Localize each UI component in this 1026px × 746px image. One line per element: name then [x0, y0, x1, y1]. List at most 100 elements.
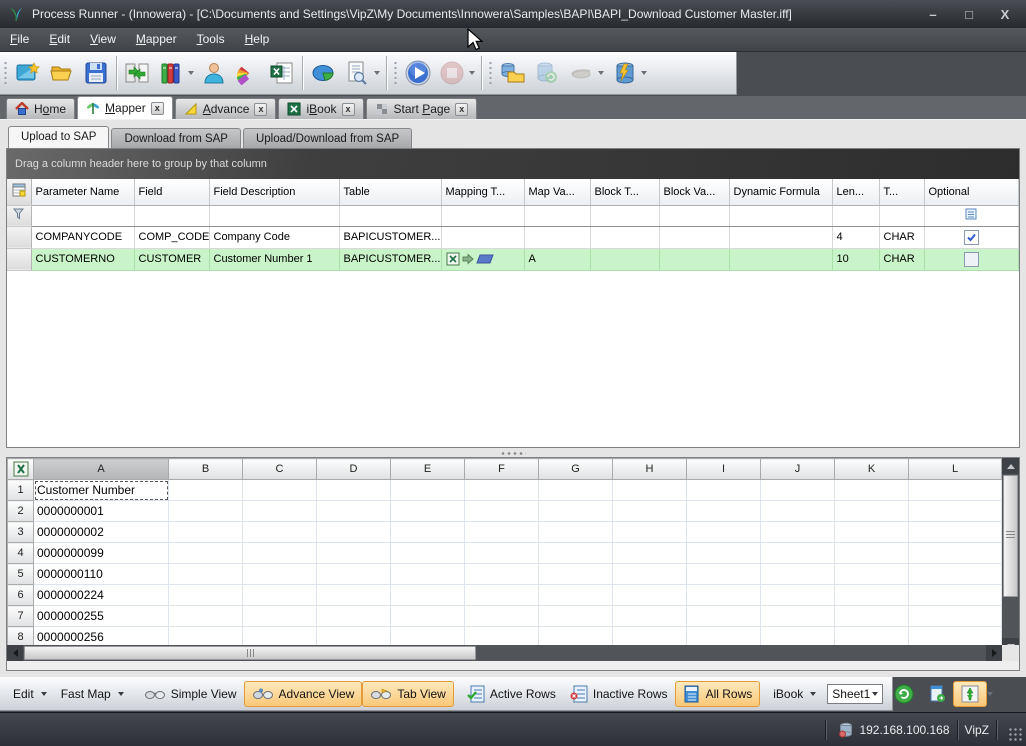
- sheet-cell-H3[interactable]: [613, 522, 687, 543]
- cell-table[interactable]: BAPICUSTOMER...: [339, 226, 441, 248]
- ibook-menu-button[interactable]: iBook: [766, 681, 823, 707]
- active-rows-button[interactable]: Active Rows: [460, 681, 563, 707]
- filter-cell[interactable]: [31, 205, 134, 226]
- tab-mapper-close-icon[interactable]: x: [151, 102, 164, 115]
- sheet-cell-F5[interactable]: [465, 564, 539, 585]
- cell-block-value[interactable]: [659, 248, 729, 270]
- sheet-cell-J7[interactable]: [761, 606, 835, 627]
- preview-dropdown[interactable]: [374, 71, 380, 75]
- grid-row-customerno[interactable]: CUSTOMERNO CUSTOMER Customer Number 1 BA…: [7, 248, 1019, 270]
- filter-cell[interactable]: [832, 205, 879, 226]
- cell-type[interactable]: CHAR: [879, 248, 924, 270]
- sheet-cell-E7[interactable]: [391, 606, 465, 627]
- sheet-row-header-7[interactable]: 7: [8, 606, 34, 627]
- optional-checkbox-checked[interactable]: [964, 230, 979, 245]
- preview-button[interactable]: [340, 55, 374, 91]
- cell-block-value[interactable]: [659, 226, 729, 248]
- filter-row-indicator[interactable]: [7, 205, 31, 226]
- all-rows-button[interactable]: All Rows: [675, 681, 761, 707]
- sheet-cell-C1[interactable]: [243, 480, 317, 501]
- sheet-cell-F3[interactable]: [465, 522, 539, 543]
- menu-tools[interactable]: Tools: [187, 28, 235, 51]
- sheet-cell-G2[interactable]: [539, 501, 613, 522]
- fast-map-button[interactable]: Fast Map: [54, 681, 131, 707]
- grid-column-header-mapping-t[interactable]: Mapping T...: [441, 179, 524, 205]
- cell-map-value[interactable]: A: [524, 248, 590, 270]
- scroll-up-icon[interactable]: [1002, 458, 1019, 474]
- palette-button[interactable]: [231, 55, 265, 91]
- sheet-column-header-c[interactable]: C: [243, 459, 317, 480]
- sheet-cell-H2[interactable]: [613, 501, 687, 522]
- menu-help[interactable]: Help: [235, 28, 280, 51]
- sheet-cell-H1[interactable]: [613, 480, 687, 501]
- sheet-cell-C2[interactable]: [243, 501, 317, 522]
- user-button[interactable]: [197, 55, 231, 91]
- row-indicator[interactable]: [7, 248, 31, 270]
- cell-optional[interactable]: [924, 248, 1019, 270]
- toolbar-grip[interactable]: [488, 60, 493, 86]
- sheet-column-header-g[interactable]: G: [539, 459, 613, 480]
- open-data-button[interactable]: [496, 55, 530, 91]
- cell-dynamic-formula[interactable]: [729, 248, 832, 270]
- sheet-cell-G4[interactable]: [539, 543, 613, 564]
- sheet-column-header-l[interactable]: L: [909, 459, 1002, 480]
- sheet-cell-H6[interactable]: [613, 585, 687, 606]
- sheet-cell-K1[interactable]: [835, 480, 909, 501]
- sheet-cell-K5[interactable]: [835, 564, 909, 585]
- sheet-cell-J5[interactable]: [761, 564, 835, 585]
- edit-menu-button[interactable]: Edit: [6, 681, 54, 707]
- sheet-cell-I6[interactable]: [687, 585, 761, 606]
- sheet-row-header-6[interactable]: 6: [8, 585, 34, 606]
- sheet-cell-D1[interactable]: [317, 480, 391, 501]
- sheet-cell-E5[interactable]: [391, 564, 465, 585]
- tab-home[interactable]: Home: [6, 98, 75, 119]
- sheet-cell-K2[interactable]: [835, 501, 909, 522]
- grid-row-companycode[interactable]: COMPANYCODE COMP_CODE Company Code BAPIC…: [7, 226, 1019, 248]
- cell-table[interactable]: BAPICUSTOMER...: [339, 248, 441, 270]
- sheet-cell-I5[interactable]: [687, 564, 761, 585]
- sheet-cell-J4[interactable]: [761, 543, 835, 564]
- toolbar-grip[interactable]: [3, 60, 8, 86]
- filter-cell[interactable]: [524, 205, 590, 226]
- sheet-cell-D6[interactable]: [317, 585, 391, 606]
- sheet-cell-K3[interactable]: [835, 522, 909, 543]
- sheet-cell-F1[interactable]: [465, 480, 539, 501]
- menu-file[interactable]: File: [0, 28, 39, 51]
- grid-column-header-field[interactable]: Field: [134, 179, 209, 205]
- sheet-cell-L4[interactable]: [909, 543, 1002, 564]
- sheet-cell-E3[interactable]: [391, 522, 465, 543]
- sheet-cell-A4[interactable]: 0000000099: [34, 543, 169, 564]
- subtab-upload-download-from-sap[interactable]: Upload/Download from SAP: [243, 128, 412, 148]
- sheet-cell-A6[interactable]: 0000000224: [34, 585, 169, 606]
- grid-column-header-parameter-name[interactable]: Parameter Name: [31, 179, 134, 205]
- sheet-cell-K6[interactable]: [835, 585, 909, 606]
- send-data-dropdown[interactable]: [598, 71, 604, 75]
- inactive-rows-button[interactable]: Inactive Rows: [563, 681, 675, 707]
- grid-column-header-optional[interactable]: Optional: [924, 179, 1019, 205]
- sheet-cell-I7[interactable]: [687, 606, 761, 627]
- sheet-cell-D2[interactable]: [317, 501, 391, 522]
- sheet-column-header-h[interactable]: H: [613, 459, 687, 480]
- sheet-cell-E6[interactable]: [391, 585, 465, 606]
- pie-chart-button[interactable]: [306, 55, 340, 91]
- cell-mapping-type[interactable]: [441, 248, 524, 270]
- subtab-download-from-sap[interactable]: Download from SAP: [111, 128, 241, 148]
- cell-map-value[interactable]: [524, 226, 590, 248]
- grid-corner-header[interactable]: [7, 179, 31, 205]
- sheet-column-header-d[interactable]: D: [317, 459, 391, 480]
- sheet-cell-H4[interactable]: [613, 543, 687, 564]
- excel-button[interactable]: [265, 55, 299, 91]
- tab-advance-close-icon[interactable]: x: [254, 103, 267, 116]
- tab-advance[interactable]: Advance x: [175, 98, 277, 119]
- grid-column-header-block-va[interactable]: Block Va...: [659, 179, 729, 205]
- cell-length[interactable]: 4: [832, 226, 879, 248]
- sheet-cell-G1[interactable]: [539, 480, 613, 501]
- sheet-column-header-f[interactable]: F: [465, 459, 539, 480]
- sheet-column-header-j[interactable]: J: [761, 459, 835, 480]
- sheet-cell-D3[interactable]: [317, 522, 391, 543]
- toolbar-grip[interactable]: [393, 60, 398, 86]
- maximize-button[interactable]: □: [960, 7, 978, 22]
- sheet-cell-E4[interactable]: [391, 543, 465, 564]
- cell-optional[interactable]: [924, 226, 1019, 248]
- filter-cell[interactable]: [441, 205, 524, 226]
